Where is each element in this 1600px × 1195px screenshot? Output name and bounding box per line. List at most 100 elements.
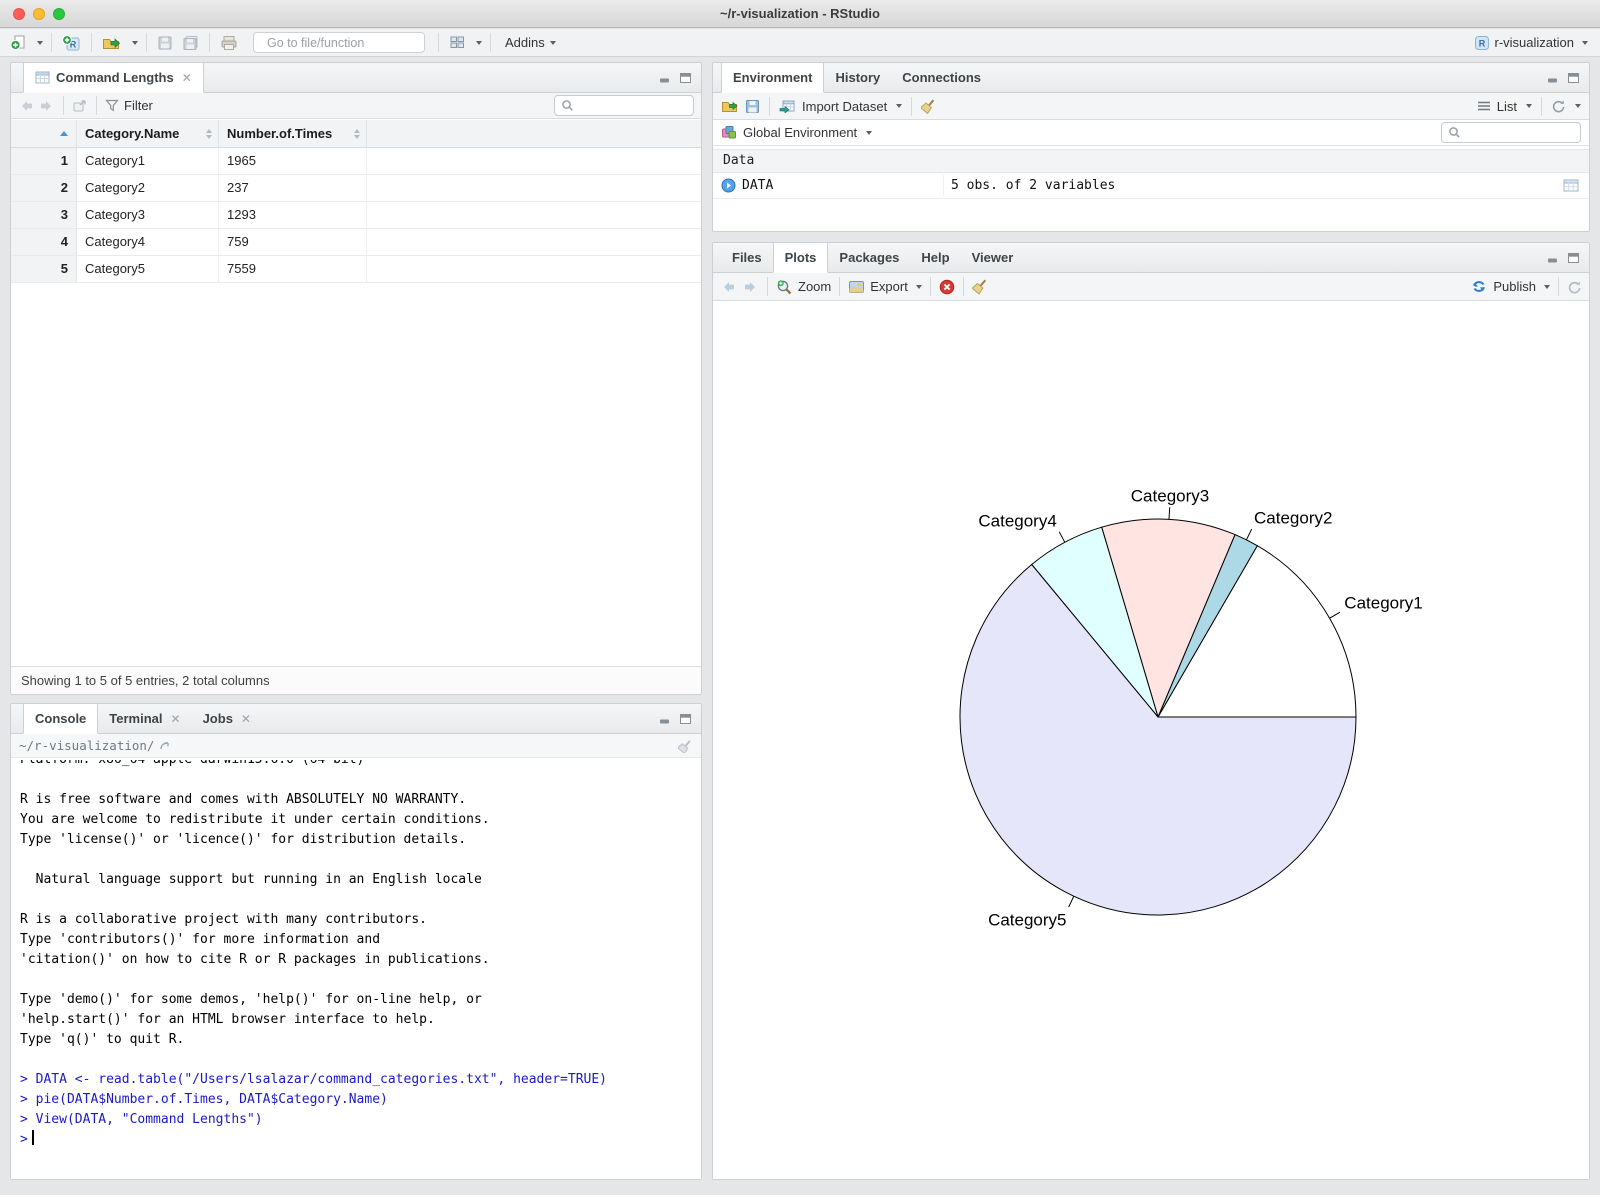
minimize-window-button[interactable] <box>33 8 45 20</box>
close-window-button[interactable] <box>13 8 25 20</box>
zoom-plot-label[interactable]: Zoom <box>798 279 831 294</box>
viewer-search[interactable] <box>554 95 694 116</box>
clear-console-icon[interactable] <box>678 739 693 753</box>
export-plot-label[interactable]: Export <box>870 279 908 294</box>
titlebar: ~/r-visualization - RStudio <box>0 0 1600 28</box>
tab-packages[interactable]: Packages <box>828 243 910 272</box>
tab-help[interactable]: Help <box>910 243 960 272</box>
maximize-pane-icon[interactable] <box>679 72 692 84</box>
filter-icon[interactable] <box>105 99 119 112</box>
tab-plots[interactable]: Plots <box>772 243 829 273</box>
export-plot-dropdown[interactable] <box>915 284 922 289</box>
save-all-button[interactable] <box>180 31 201 55</box>
console-line: Natural language support but running in … <box>20 872 482 887</box>
goto-file-search[interactable] <box>253 32 428 53</box>
goto-file-input[interactable] <box>267 35 428 50</box>
open-recent-dropdown[interactable] <box>132 40 138 45</box>
import-dataset-icon[interactable] <box>779 99 796 113</box>
minimize-pane-icon[interactable] <box>659 72 672 84</box>
list-view-icon[interactable] <box>1477 100 1491 112</box>
publish-label[interactable]: Publish <box>1493 279 1536 294</box>
tab-viewer[interactable]: Viewer <box>961 243 1025 272</box>
zoom-window-button[interactable] <box>53 8 65 20</box>
minimize-pane-icon[interactable] <box>1547 252 1560 264</box>
tab-connections[interactable]: Connections <box>891 63 992 92</box>
viewer-search-input[interactable] <box>579 98 687 113</box>
export-plot-icon[interactable] <box>848 280 865 294</box>
minimize-pane-icon[interactable] <box>1547 72 1560 84</box>
minimize-pane-icon[interactable] <box>659 713 672 725</box>
console-line: R is a collaborative project with many c… <box>20 912 427 927</box>
clear-all-plots-icon[interactable] <box>971 279 988 295</box>
column-header-number-of-times[interactable]: Number.of.Times <box>219 120 367 147</box>
tab-console[interactable]: Console <box>23 704 99 734</box>
view-data-icon[interactable] <box>1563 179 1579 192</box>
publish-icon[interactable] <box>1470 279 1488 295</box>
sort-toggle-icon[interactable] <box>354 128 366 139</box>
import-dataset-label[interactable]: Import Dataset <box>802 99 887 114</box>
column-header-category-name[interactable]: Category.Name <box>77 120 219 147</box>
filter-label[interactable]: Filter <box>124 98 153 113</box>
addins-label: Addins <box>505 35 545 50</box>
next-plot-icon[interactable] <box>742 280 759 294</box>
close-tab-icon[interactable]: ✕ <box>171 712 181 726</box>
environment-search[interactable] <box>1441 122 1581 143</box>
project-cube-icon: R <box>1474 35 1489 50</box>
addins-menu[interactable]: Addins <box>499 35 562 50</box>
remove-plot-icon[interactable] <box>939 279 955 295</box>
save-workspace-icon[interactable] <box>745 99 760 114</box>
previous-plot-icon[interactable] <box>720 280 737 294</box>
zoom-plot-icon[interactable] <box>776 279 793 295</box>
new-project-button[interactable]: R <box>60 31 83 55</box>
console-output[interactable]: Platform: x86_64-apple-darwin15.6.0 (64-… <box>11 760 701 1179</box>
console-command: > View(DATA, "Command Lengths") <box>20 1112 263 1127</box>
list-view-dropdown[interactable] <box>1526 104 1532 108</box>
console-prompt-line[interactable]: > <box>20 1130 701 1150</box>
goto-directory-icon[interactable] <box>159 740 173 752</box>
maximize-pane-icon[interactable] <box>1567 72 1580 84</box>
tab-environment[interactable]: Environment <box>721 63 825 93</box>
table-row: 5 Category5 7559 <box>11 256 701 283</box>
open-in-window-icon[interactable] <box>72 99 88 113</box>
refresh-icon[interactable] <box>1551 99 1566 113</box>
clear-environment-icon[interactable] <box>921 98 936 114</box>
tab-jobs[interactable]: Jobs ✕ <box>192 704 262 733</box>
pane-layout-dropdown[interactable] <box>476 40 482 45</box>
maximize-pane-icon[interactable] <box>679 713 692 725</box>
import-dataset-dropdown[interactable] <box>896 104 903 108</box>
console-line: Type 'q()' to quit R. <box>20 1032 185 1047</box>
environment-search-input[interactable] <box>1466 125 1574 140</box>
load-workspace-icon[interactable] <box>721 99 739 114</box>
open-file-button[interactable] <box>100 31 124 55</box>
tab-history[interactable]: History <box>824 63 891 92</box>
tab-command-lengths[interactable]: Command Lengths ✕ <box>23 63 204 93</box>
close-tab-icon[interactable]: ✕ <box>182 71 192 85</box>
back-icon[interactable] <box>18 99 34 113</box>
traffic-lights <box>13 8 65 20</box>
console-line: Type 'contributors()' for more informati… <box>20 932 381 947</box>
new-file-dropdown[interactable] <box>37 40 43 45</box>
pie-label-category1: Category1 <box>1344 594 1422 613</box>
refresh-dropdown[interactable] <box>1575 104 1581 108</box>
new-file-button[interactable] <box>8 31 29 55</box>
print-button[interactable] <box>218 31 240 55</box>
save-button[interactable] <box>155 31 175 55</box>
close-tab-icon[interactable]: ✕ <box>241 712 251 726</box>
sort-toggle-icon[interactable] <box>206 128 218 139</box>
expand-object-icon[interactable] <box>721 178 736 193</box>
publish-dropdown[interactable] <box>1544 284 1550 289</box>
tab-files[interactable]: Files <box>721 243 773 272</box>
tab-terminal[interactable]: Terminal ✕ <box>98 704 191 733</box>
pane-layout-button[interactable] <box>447 31 468 55</box>
scope-dropdown[interactable] <box>866 130 873 135</box>
forward-icon[interactable] <box>39 99 55 113</box>
scope-selector[interactable]: Global Environment <box>743 125 857 140</box>
environment-object-row[interactable]: DATA 5 obs. of 2 variables <box>713 173 1589 199</box>
pie-label-category3: Category3 <box>1131 486 1209 505</box>
row-number-header[interactable] <box>11 120 77 147</box>
maximize-pane-icon[interactable] <box>1567 252 1580 264</box>
project-selector[interactable]: R r-visualization <box>1474 35 1592 51</box>
refresh-plot-icon[interactable] <box>1567 280 1582 294</box>
list-view-label[interactable]: List <box>1497 99 1517 114</box>
